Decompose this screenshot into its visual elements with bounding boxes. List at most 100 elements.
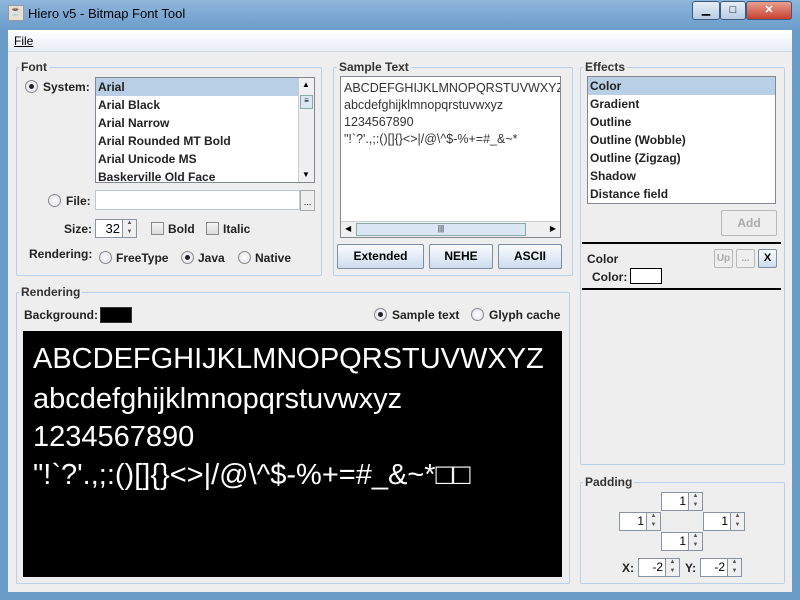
effect-options-button[interactable]: ... [736, 249, 755, 268]
sample-text-radio[interactable] [374, 308, 387, 321]
effect-item[interactable]: Shadow [588, 167, 775, 185]
native-radio[interactable] [238, 251, 251, 264]
render-canvas: ABCDEFGHIJKLMNOPQRSTUVWXYZ abcdefghijklm… [23, 331, 562, 577]
file-radio[interactable] [48, 194, 61, 207]
spinner-up-icon[interactable]: ▲ [730, 513, 744, 522]
close-button[interactable]: ✕ [746, 1, 792, 20]
effect-item[interactable]: Distance field [588, 185, 775, 203]
spinner-up-icon[interactable]: ▲ [646, 513, 660, 522]
font-item[interactable]: Arial Black [96, 96, 314, 114]
freetype-label: FreeType [116, 251, 169, 265]
scroll-down-icon[interactable]: ▼ [302, 170, 310, 179]
padding-right-spinner[interactable]: 1 ▲ ▼ [703, 512, 745, 531]
spinner-up-icon[interactable]: ▲ [122, 220, 136, 229]
render-line: abcdefghijklmnopqrstuvwxyz [33, 383, 403, 415]
padding-legend: Padding [583, 475, 635, 489]
browse-button[interactable]: ... [300, 190, 315, 211]
spinner-up-icon[interactable]: ▲ [688, 533, 702, 542]
extended-button[interactable]: Extended [337, 244, 424, 269]
font-item[interactable]: Arial Unicode MS [96, 150, 314, 168]
font-legend: Font [19, 60, 49, 74]
spinner-down-icon[interactable]: ▼ [665, 567, 679, 576]
background-label: Background: [24, 308, 99, 322]
sample-line: abcdefghijklmnopqrstuvwxyz [344, 98, 504, 112]
italic-checkbox[interactable] [206, 222, 219, 235]
spinner-up-icon[interactable]: ▲ [727, 559, 741, 568]
effects-legend: Effects [583, 60, 628, 74]
italic-label: Italic [223, 222, 251, 236]
render-line: "!`?'.,;:()[]{}<>|/@\^$-%+=#_&~*□□ [33, 459, 471, 491]
bold-label: Bold [168, 222, 195, 236]
java-radio[interactable] [181, 251, 194, 264]
remove-effect-button[interactable]: X [758, 249, 777, 268]
font-list[interactable]: Arial Arial Black Arial Narrow Arial Rou… [95, 77, 315, 183]
file-label: File: [66, 194, 91, 208]
minimize-button[interactable]: ▁ [692, 1, 720, 20]
effects-list[interactable]: Color Gradient Outline Outline (Wobble) … [587, 76, 776, 204]
spinner-down-icon[interactable]: ▼ [646, 521, 660, 530]
padding-right-value: 1 [721, 514, 728, 528]
sample-text-area[interactable]: ABCDEFGHIJKLMNOPQRSTUVWXYZ abcdefghijklm… [340, 76, 561, 238]
glyph-cache-radio[interactable] [471, 308, 484, 321]
sample-hscrollbar[interactable]: ◀ ||| ▶ [341, 221, 560, 237]
effect-item[interactable]: Outline [588, 113, 775, 131]
file-input[interactable] [95, 190, 300, 210]
sample-text-legend: Sample Text [337, 60, 411, 74]
system-radio[interactable] [25, 80, 38, 93]
padding-top-spinner[interactable]: 1 ▲ ▼ [661, 492, 703, 511]
native-label: Native [255, 251, 292, 265]
size-label: Size: [64, 222, 93, 236]
maximize-button[interactable]: □ [720, 1, 746, 20]
spinner-up-icon[interactable]: ▲ [688, 493, 702, 502]
spinner-down-icon[interactable]: ▼ [688, 541, 702, 550]
effect-divider [582, 242, 781, 244]
spinner-down-icon[interactable]: ▼ [688, 501, 702, 510]
effect-item[interactable]: Color [588, 77, 775, 95]
effect-item[interactable]: Gradient [588, 95, 775, 113]
color-swatch[interactable] [630, 268, 662, 284]
menu-bar [8, 30, 792, 52]
font-item[interactable]: Baskerville Old Face [96, 168, 314, 182]
effect-panel-title: Color [587, 252, 619, 266]
menu-file[interactable]: File [14, 34, 33, 48]
sample-line: ABCDEFGHIJKLMNOPQRSTUVWXYZ [344, 81, 561, 95]
hscroll-thumb[interactable]: ||| [356, 223, 526, 236]
spinner-up-icon[interactable]: ▲ [665, 559, 679, 568]
padding-y-spinner[interactable]: -2 ▲ ▼ [700, 558, 742, 577]
padding-bottom-value: 1 [679, 534, 686, 548]
spinner-down-icon[interactable]: ▼ [122, 228, 136, 237]
add-effect-button[interactable]: Add [721, 210, 777, 236]
padding-x-value: -2 [652, 560, 663, 574]
scroll-right-icon[interactable]: ▶ [550, 224, 556, 233]
size-spinner[interactable]: 32 ▲ ▼ [95, 219, 137, 238]
padding-left-spinner[interactable]: 1 ▲ ▼ [619, 512, 661, 531]
background-color-swatch[interactable] [100, 307, 132, 323]
padding-y-value: -2 [714, 560, 725, 574]
spinner-down-icon[interactable]: ▼ [730, 521, 744, 530]
spinner-down-icon[interactable]: ▼ [727, 567, 741, 576]
effect-divider [582, 288, 781, 290]
bold-checkbox[interactable] [151, 222, 164, 235]
scroll-left-icon[interactable]: ◀ [345, 224, 351, 233]
padding-top-value: 1 [679, 494, 686, 508]
padding-x-label: X: [622, 561, 634, 575]
system-label: System: [43, 80, 90, 94]
padding-bottom-spinner[interactable]: 1 ▲ ▼ [661, 532, 703, 551]
render-line: ABCDEFGHIJKLMNOPQRSTUVWXYZ [33, 343, 544, 375]
scroll-up-icon[interactable]: ▲ [302, 80, 310, 89]
size-value: 32 [105, 221, 120, 236]
freetype-radio[interactable] [99, 251, 112, 264]
scroll-thumb[interactable]: ≡ [300, 95, 313, 109]
ascii-button[interactable]: ASCII [498, 244, 562, 269]
font-list-scrollbar[interactable]: ▲ ≡ ▼ [298, 78, 314, 182]
color-label: Color: [592, 270, 628, 284]
rendering-legend: Rendering [19, 285, 83, 299]
nehe-button[interactable]: NEHE [429, 244, 493, 269]
effect-item[interactable]: Outline (Wobble) [588, 131, 775, 149]
padding-x-spinner[interactable]: -2 ▲ ▼ [638, 558, 680, 577]
font-item[interactable]: Arial [96, 78, 314, 96]
move-up-button[interactable]: Up [714, 249, 733, 268]
effect-item[interactable]: Outline (Zigzag) [588, 149, 775, 167]
font-item[interactable]: Arial Rounded MT Bold [96, 132, 314, 150]
font-item[interactable]: Arial Narrow [96, 114, 314, 132]
